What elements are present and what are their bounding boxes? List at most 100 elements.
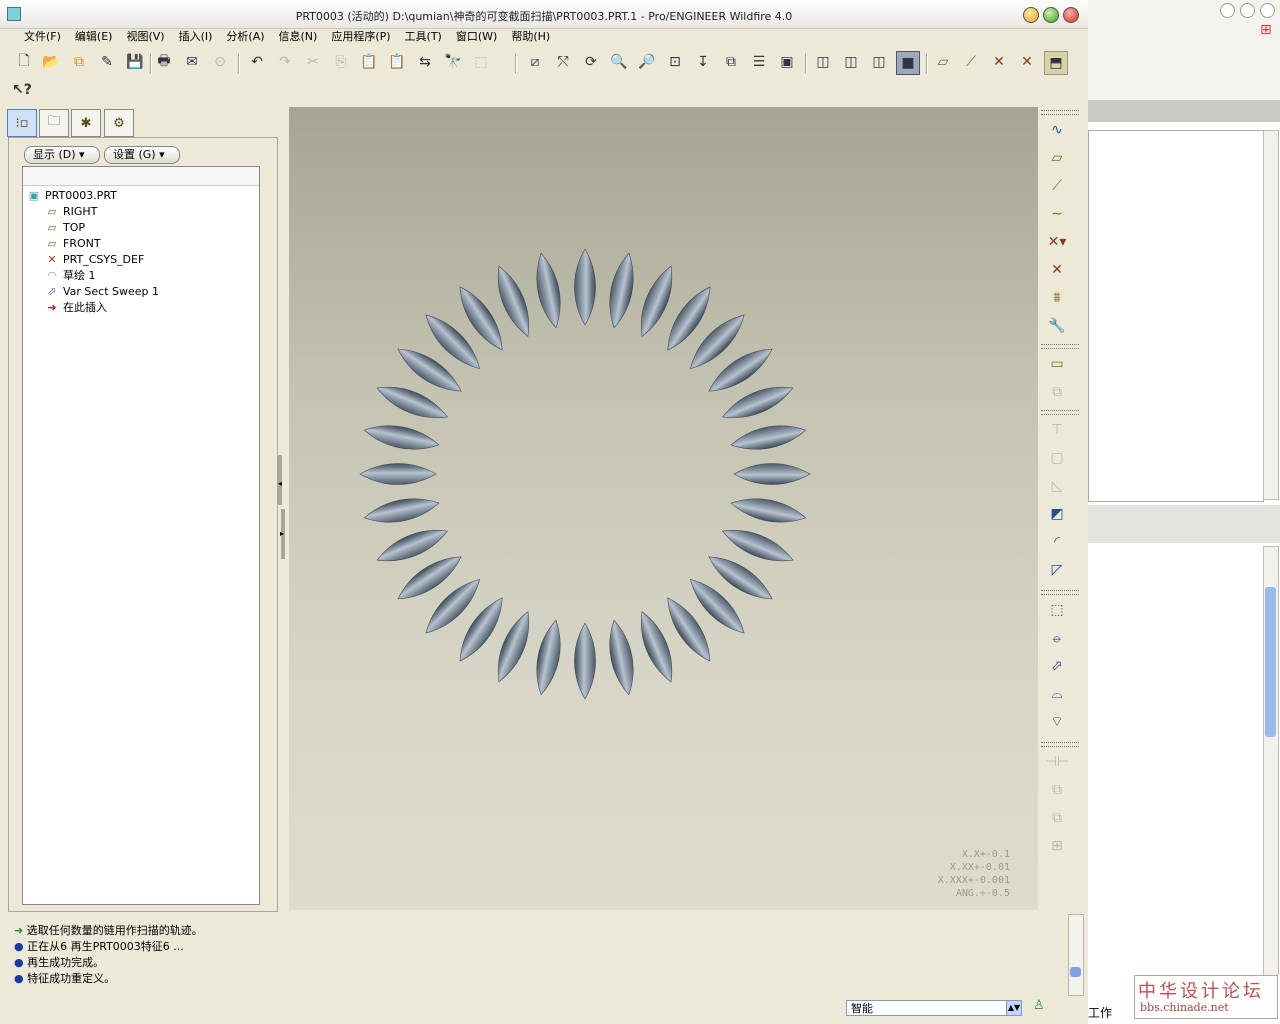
sweep-blade[interactable] xyxy=(574,248,596,326)
csys-display-icon[interactable]: ✕ xyxy=(1016,51,1038,73)
sweep-blade[interactable] xyxy=(604,618,639,697)
message-scrollbar[interactable] xyxy=(1068,914,1084,996)
sweep-blade[interactable] xyxy=(359,463,437,485)
hidden-line-icon[interactable]: ◫ xyxy=(840,51,862,73)
menu-info[interactable]: 信息(N) xyxy=(277,28,320,46)
tab-model-tree[interactable]: ⁝▫ xyxy=(7,109,37,137)
sweep-blade[interactable] xyxy=(574,622,596,700)
datum-points-icon[interactable]: ✕ xyxy=(988,51,1010,73)
tree-item-top[interactable]: ▱ TOP xyxy=(44,220,85,236)
menu-file[interactable]: 文件(F) xyxy=(22,28,63,46)
tab-folder-browser[interactable]: 🗀 xyxy=(39,109,69,137)
pattern-icon[interactable]: ⊞ xyxy=(1044,834,1070,858)
sketch-plane-icon[interactable]: ⧄ xyxy=(524,51,546,73)
menu-applications[interactable]: 应用程序(P) xyxy=(329,28,392,46)
no-hidden-icon[interactable]: ◫ xyxy=(868,51,890,73)
boundary-blend-icon[interactable]: ⌔ xyxy=(1044,710,1070,734)
saved-views-icon[interactable]: ⧉ xyxy=(720,51,742,73)
save-icon[interactable]: 💾 xyxy=(124,51,146,73)
datum-axis-tool-icon[interactable]: ⟋ xyxy=(1044,174,1070,198)
datum-planes-icon[interactable]: ▱ xyxy=(932,51,954,73)
maximize-button[interactable] xyxy=(1043,7,1059,23)
sweep-blade[interactable] xyxy=(531,251,566,330)
graphics-window[interactable]: X.X+-0.1 X.XX+-0.01 X.XXX+-0.001 ANG.+-0… xyxy=(289,107,1038,910)
edit-file-icon[interactable]: ✎ xyxy=(96,51,118,73)
merge-icon[interactable]: ⧉ xyxy=(1044,778,1070,802)
trim-icon[interactable]: ⧉ xyxy=(1044,806,1070,830)
redo-icon[interactable]: ↷ xyxy=(274,51,296,73)
menu-insert[interactable]: 插入(I) xyxy=(177,28,215,46)
copy-feature-icon[interactable]: ⧉ xyxy=(1044,380,1070,404)
undo-icon[interactable]: ↶ xyxy=(246,51,268,73)
minimize-button[interactable] xyxy=(1023,7,1039,23)
shell-icon[interactable]: ▢ xyxy=(1044,446,1070,470)
tree-item-right[interactable]: ▱ RIGHT xyxy=(44,204,98,220)
wrench-icon[interactable]: 🔧 xyxy=(1044,314,1070,338)
sweep-blade[interactable] xyxy=(729,493,808,528)
restore-button[interactable] xyxy=(1240,3,1255,18)
sketch-tool-icon[interactable]: ∿ xyxy=(1044,118,1070,142)
tree-item-sweep[interactable]: ⬀ Var Sect Sweep 1 xyxy=(44,284,159,300)
close-button[interactable] xyxy=(1260,3,1275,18)
draft-icon[interactable]: ◩ xyxy=(1044,502,1070,526)
open-folder-icon[interactable]: ⧉ xyxy=(68,51,90,73)
tree-item-root[interactable]: ▣ PRT0003.PRT xyxy=(26,188,117,204)
close-button[interactable] xyxy=(1063,7,1079,23)
rib-icon[interactable]: ◺ xyxy=(1044,474,1070,498)
menu-window[interactable]: 窗口(W) xyxy=(454,28,499,46)
menu-edit[interactable]: 编辑(E) xyxy=(73,28,115,46)
paste-icon[interactable]: 📋 xyxy=(358,51,380,73)
sweep-model[interactable] xyxy=(289,107,1038,910)
sweep-blade[interactable] xyxy=(733,463,811,485)
tree-item-csys[interactable]: ✕ PRT_CSYS_DEF xyxy=(44,252,144,268)
hole-icon[interactable]: ⊤ xyxy=(1044,418,1070,442)
zoom-out-icon[interactable]: 🔎 xyxy=(636,51,658,73)
mirror-icon[interactable]: ⊣⊢ xyxy=(1044,750,1070,774)
menu-help[interactable]: 帮助(H) xyxy=(509,28,552,46)
settings-dropdown[interactable]: 设置 (G) ▾ xyxy=(104,146,180,164)
email-link-icon[interactable]: ⊙ xyxy=(209,51,231,73)
tree-item-insert-here[interactable]: ➜ 在此插入 xyxy=(44,300,107,316)
select-box-icon[interactable]: ⬚ xyxy=(470,51,492,73)
find-icon[interactable]: 🔭 xyxy=(442,51,464,73)
reorient-icon[interactable]: ↧ xyxy=(692,51,714,73)
datum-axes-icon[interactable]: ⟋ xyxy=(960,51,982,73)
tree-item-sketch[interactable]: ◠ 草绘 1 xyxy=(44,268,95,284)
tab-favorites[interactable]: ✱ xyxy=(71,109,101,137)
tree-item-front[interactable]: ▱ FRONT xyxy=(44,236,101,252)
sketched-datum-icon[interactable]: ▭ xyxy=(1044,352,1070,376)
sweep-blade[interactable] xyxy=(531,618,566,697)
wireframe-icon[interactable]: ◫ xyxy=(812,51,834,73)
sweep-blade[interactable] xyxy=(362,420,441,455)
datum-plane-tool-icon[interactable]: ▱ xyxy=(1044,146,1070,170)
annotation-display-icon[interactable]: ⬒ xyxy=(1044,51,1068,75)
regenerate-icon[interactable]: ⇆ xyxy=(414,51,436,73)
spin-center-icon[interactable]: ⟳ xyxy=(580,51,602,73)
open-folder-icon[interactable]: 📂 xyxy=(40,51,62,73)
panel-sash[interactable]: ◂ ▸ xyxy=(278,455,285,559)
menu-analysis[interactable]: 分析(A) xyxy=(224,28,266,46)
cut-icon[interactable]: ✂ xyxy=(302,51,324,73)
datum-display-icon[interactable]: ⤲ xyxy=(552,51,574,73)
zoom-in-icon[interactable]: 🔍 xyxy=(608,51,630,73)
new-file-icon[interactable]: 🗋 xyxy=(13,51,35,73)
scrollbar[interactable] xyxy=(1263,130,1279,500)
sweep-blade[interactable] xyxy=(729,420,808,455)
email-icon[interactable]: ✉ xyxy=(181,51,203,73)
scrollbar[interactable] xyxy=(1263,546,1279,992)
selection-filter[interactable]: 智能 ▲▼ xyxy=(846,1000,1022,1016)
datum-curve-tool-icon[interactable]: ∼ xyxy=(1044,202,1070,226)
blend-icon[interactable]: ⌓ xyxy=(1044,682,1070,706)
show-dropdown[interactable]: 显示 (D) ▾ xyxy=(24,146,100,164)
extrude-icon[interactable]: ⬚ xyxy=(1044,598,1070,622)
sweep-blade[interactable] xyxy=(604,251,639,330)
menu-view[interactable]: 视图(V) xyxy=(124,28,166,46)
round-icon[interactable]: ◜ xyxy=(1044,530,1070,554)
whats-this-help-icon[interactable]: ↖? xyxy=(12,82,38,102)
print-icon[interactable]: 🖶 xyxy=(153,51,175,73)
var-sect-sweep-icon[interactable]: ⬀ xyxy=(1044,654,1070,678)
csys-tool-icon[interactable]: ✕ xyxy=(1044,258,1070,282)
layers-icon[interactable]: ☰ xyxy=(748,51,770,73)
minimize-button[interactable] xyxy=(1220,3,1235,18)
shading-icon[interactable]: ■ xyxy=(896,51,920,75)
